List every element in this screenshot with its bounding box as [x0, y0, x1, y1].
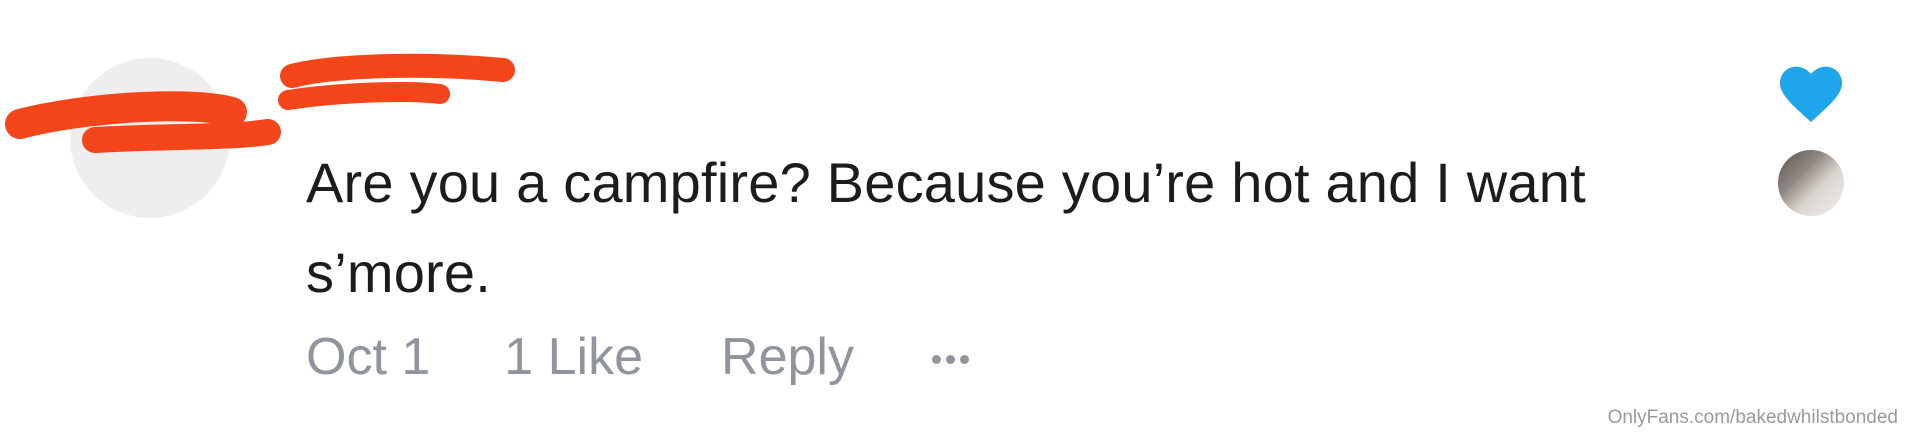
reply-button[interactable]: Reply — [721, 327, 854, 387]
watermark: OnlyFans.com/bakedwhilstbonded — [1607, 407, 1898, 428]
comment-text: Are you a campfire? Because you’re hot a… — [306, 151, 1586, 304]
more-horizontal-icon[interactable] — [931, 354, 969, 364]
comment: Are you a campfire? Because you’re hot a… — [0, 0, 1920, 441]
heart-icon[interactable] — [1780, 66, 1842, 124]
liker-avatar[interactable] — [1778, 150, 1844, 216]
commenter-avatar[interactable] — [70, 58, 230, 218]
comment-date: Oct 1 — [306, 328, 431, 386]
likes-count[interactable]: 1 Like — [504, 327, 643, 387]
comment-meta: Oct 1 1 Like Reply — [306, 322, 969, 392]
